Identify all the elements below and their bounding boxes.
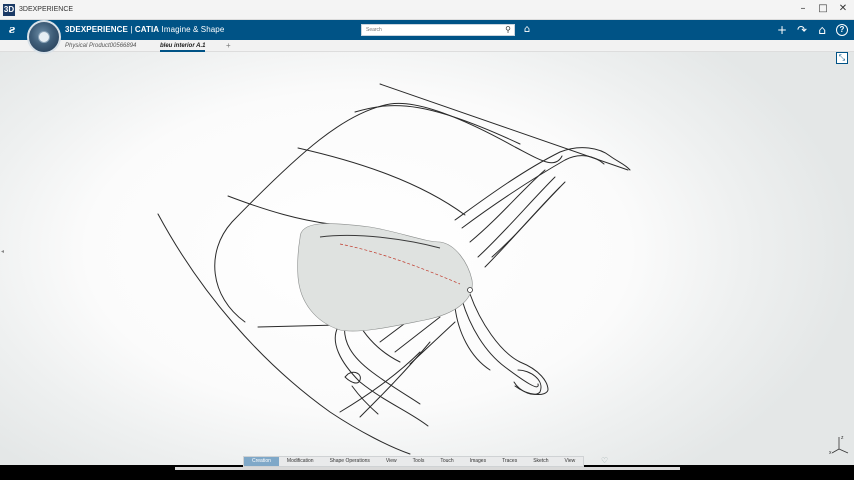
column-loop: [513, 369, 542, 395]
action-tab-tools[interactable]: Tools: [405, 457, 433, 466]
add-tab-button[interactable]: +: [226, 40, 231, 52]
wheel-rim-upper: [454, 147, 631, 221]
brand-separator: |: [128, 25, 135, 34]
ds-logo-icon[interactable]: ƨ: [0, 20, 24, 40]
action-tab-view-2[interactable]: View: [557, 457, 584, 466]
brand-app: Imagine & Shape: [159, 25, 225, 34]
tab-physical-product[interactable]: Physical Product00566894: [65, 40, 136, 52]
app-brand: 3DEXPERIENCE | CATIA Imagine & Shape: [65, 20, 224, 40]
topbar-actions: + ↷ ⌂ ?: [776, 20, 848, 40]
action-tab-sketch[interactable]: Sketch: [525, 457, 556, 466]
column-lower-edge: [454, 306, 491, 371]
guide-line-lower: [257, 324, 339, 328]
brand-prefix: 3DEXPERIENCE: [65, 25, 128, 34]
action-tab-traces[interactable]: Traces: [494, 457, 525, 466]
search-icon[interactable]: ⚲: [502, 25, 514, 35]
tab-bleu-interior[interactable]: bleu interior A.1: [160, 40, 206, 52]
search-input[interactable]: [362, 25, 502, 35]
spoke-1: [469, 169, 546, 243]
bottom-strip: [0, 467, 854, 480]
pivot-point: [467, 287, 473, 293]
axis-compass-icon[interactable]: z x: [828, 433, 850, 455]
help-icon[interactable]: ?: [836, 24, 848, 36]
3d-viewport[interactable]: ◂ ⤡ z x: [0, 52, 854, 465]
tag-icon[interactable]: ⌂: [521, 24, 533, 36]
action-tab-creation[interactable]: Creation: [244, 457, 279, 466]
brand-product: CATIA: [134, 25, 160, 34]
action-tab-modification[interactable]: Modification: [279, 457, 322, 466]
minimize-icon[interactable]: –: [796, 2, 810, 16]
search-box: ⚲: [361, 24, 515, 36]
compass-center[interactable]: [38, 31, 50, 43]
spoke-4: [491, 181, 566, 258]
action-bar: Creation Modification Shape Operations V…: [243, 456, 585, 467]
window-title: 3DEXPERIENCE: [19, 6, 74, 13]
window-titlebar: 3D 3DEXPERIENCE – □ ✕: [0, 0, 854, 20]
plus-icon[interactable]: +: [776, 23, 788, 37]
column-lower-outer: [469, 293, 549, 395]
home-icon[interactable]: ⌂: [816, 23, 828, 37]
base-structure-outer: [334, 326, 429, 427]
compass-icon[interactable]: [27, 20, 61, 54]
axis-x-label: x: [829, 450, 832, 455]
document-tabbar: Physical Product00566894 bleu interior A…: [0, 40, 854, 52]
action-tab-view[interactable]: View: [378, 457, 405, 466]
axis-z-label: z: [841, 435, 844, 441]
action-tab-shape-operations[interactable]: Shape Operations: [322, 457, 378, 466]
action-tab-touch[interactable]: Touch: [432, 457, 461, 466]
maximize-icon[interactable]: □: [816, 2, 830, 16]
action-bar-shelf: [175, 467, 680, 470]
close-icon[interactable]: ✕: [836, 2, 850, 16]
sketch-geometry[interactable]: [0, 52, 854, 465]
leaf-surface: [297, 223, 473, 332]
app-icon: 3D: [3, 3, 15, 16]
spoke-2: [477, 176, 556, 258]
share-icon[interactable]: ↷: [796, 23, 808, 37]
action-tab-images[interactable]: Images: [462, 457, 494, 466]
window-controls: – □ ✕: [796, 2, 850, 16]
guide-line-upper: [297, 147, 466, 216]
favorite-icon[interactable]: ♡: [601, 456, 611, 466]
column-lower-inner: [461, 299, 539, 388]
